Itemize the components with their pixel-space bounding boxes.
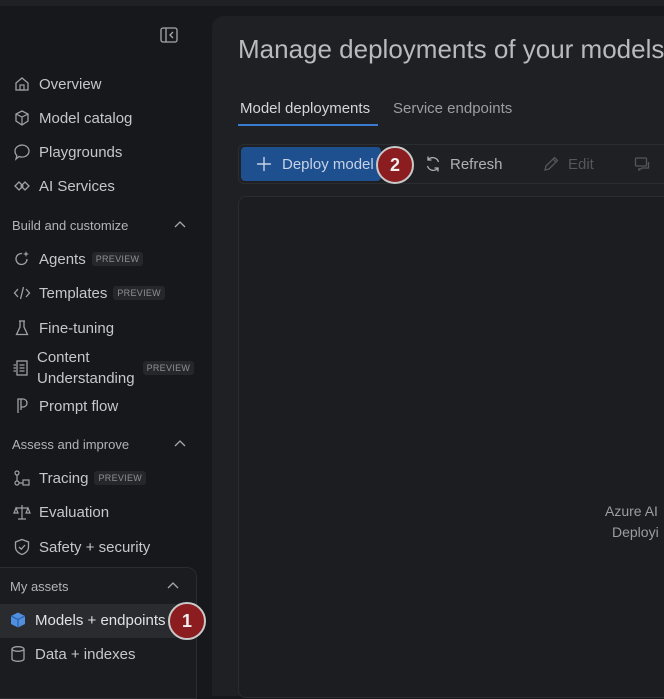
link-diamond-icon [12, 176, 32, 196]
preview-badge: PREVIEW [91, 252, 144, 266]
sidebar-item-ai-services[interactable]: AI Services [12, 173, 115, 199]
sidebar-item-prompt-flow[interactable]: Prompt flow [12, 393, 118, 419]
section-title: Build and customize [12, 217, 129, 233]
cube-filled-icon [8, 610, 28, 630]
deploy-model-label: Deploy model [282, 155, 374, 173]
preview-badge: PREVIEW [113, 286, 165, 300]
home-icon [12, 74, 32, 94]
sidebar-item-label: Safety + security [39, 538, 151, 556]
collapse-panel-icon [160, 27, 178, 43]
sidebar-item-label: Prompt flow [39, 397, 119, 415]
chat-bubble-icon [12, 142, 32, 162]
step-marker-1: 1 [168, 602, 206, 640]
sidebar-item-label: Content Understanding [37, 347, 135, 389]
section-title: My assets [10, 578, 69, 594]
collapse-sidebar-button[interactable] [160, 27, 178, 43]
refresh-button[interactable]: Refresh [424, 155, 503, 173]
tab-model-deployments[interactable]: Model deployments [240, 100, 370, 117]
active-tab-indicator [238, 124, 378, 126]
sidebar-item-label: Models + endpoints [35, 611, 166, 629]
sidebar-item-models-endpoints[interactable]: Models + endpoints [8, 607, 173, 633]
sidebar-item-content-understanding[interactable]: Content Understanding PREVIEW [12, 346, 195, 390]
sidebar-item-agents[interactable]: Agents PREVIEW [12, 246, 144, 272]
sidebar-item-label: Templates [39, 284, 108, 302]
refresh-icon [426, 156, 440, 172]
pencil-icon [544, 156, 559, 171]
label-line-2: Understanding [37, 370, 135, 387]
deployments-panel [238, 196, 664, 698]
section-build-and-customize[interactable]: Build and customize [12, 214, 187, 236]
agent-sparkle-icon [12, 249, 32, 269]
step-marker-2: 2 [376, 146, 414, 184]
section-assess-and-improve[interactable]: Assess and improve [12, 433, 187, 455]
deploy-model-button[interactable]: Deploy model [241, 147, 381, 181]
sidebar-item-label: Tracing [39, 469, 89, 487]
trace-icon [12, 468, 32, 488]
feedback-button[interactable] [634, 155, 660, 173]
sidebar-item-data-indexes[interactable]: Data + indexes [8, 641, 135, 667]
sidebar-item-overview[interactable]: Overview [12, 71, 102, 97]
sidebar-item-tracing[interactable]: Tracing PREVIEW [12, 465, 147, 491]
sidebar-item-label: Fine-tuning [39, 319, 115, 337]
sidebar-item-model-catalog[interactable]: Model catalog [12, 105, 132, 131]
plus-icon [257, 157, 271, 171]
section-title: Assess and improve [12, 436, 130, 452]
document-scan-icon [12, 358, 30, 378]
scale-icon [12, 502, 32, 522]
empty-state-line-2: Deployi [612, 524, 659, 540]
sidebar-item-label: Data + indexes [35, 645, 136, 663]
code-icon [12, 283, 32, 303]
flask-icon [12, 318, 32, 338]
tab-service-endpoints[interactable]: Service endpoints [393, 100, 512, 117]
cube-icon [12, 108, 32, 128]
refresh-label: Refresh [450, 155, 503, 173]
page-title: Manage deployments of your models [238, 34, 664, 64]
edit-button[interactable]: Edit [542, 155, 594, 173]
sidebar-item-fine-tuning[interactable]: Fine-tuning [12, 315, 114, 341]
sidebar-item-safety-security[interactable]: Safety + security [12, 534, 150, 560]
sidebar-item-label: Agents [39, 250, 86, 268]
sidebar-item-playgrounds[interactable]: Playgrounds [12, 139, 122, 165]
sidebar-item-evaluation[interactable]: Evaluation [12, 499, 109, 525]
shield-icon [12, 537, 32, 557]
prompt-flow-icon [12, 396, 32, 416]
section-my-assets[interactable]: My assets [10, 575, 180, 597]
sidebar-item-label: Overview [39, 75, 102, 93]
sidebar-item-label: Model catalog [39, 109, 133, 127]
chevron-up-icon [174, 221, 186, 228]
sidebar-item-label: Playgrounds [39, 143, 123, 161]
sidebar-item-label: Evaluation [39, 503, 110, 521]
sidebar-item-label: AI Services [39, 177, 115, 195]
chevron-up-icon [167, 582, 179, 589]
chevron-up-icon [174, 440, 186, 447]
database-icon [8, 644, 28, 664]
empty-state-line-1: Azure AI [605, 503, 658, 519]
edit-label: Edit [568, 155, 594, 173]
label-line-1: Content [37, 349, 90, 366]
preview-badge: PREVIEW [94, 471, 147, 485]
sidebar-item-templates[interactable]: Templates PREVIEW [12, 280, 165, 306]
feedback-icon [634, 157, 650, 172]
preview-badge: PREVIEW [142, 361, 195, 375]
